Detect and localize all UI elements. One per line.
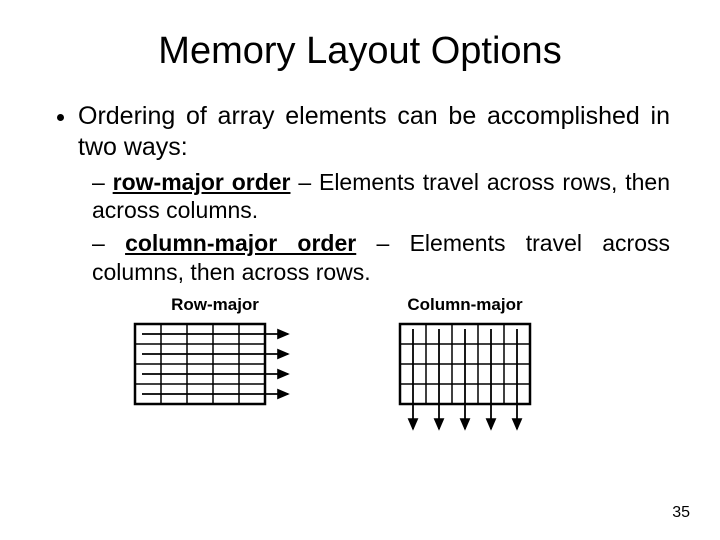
sub-bullet-col-major: column-major order – Elements travel acr…	[92, 229, 670, 287]
bullet-list: Ordering of array elements can be accomp…	[50, 101, 670, 287]
col-major-label: Column-major	[390, 295, 540, 315]
row-major-diagram: Row-major	[130, 295, 300, 444]
slide-title: Memory Layout Options	[50, 30, 670, 73]
sub-bullet-list: row-major order – Elements travel across…	[78, 168, 670, 287]
col-major-diagram: Column-major	[390, 295, 540, 444]
diagram-row: Row-major	[50, 295, 670, 444]
slide: Memory Layout Options Ordering of array …	[0, 0, 720, 540]
term-col-major: column-major order	[125, 230, 356, 256]
col-major-grid-icon	[390, 319, 540, 439]
term-row-major: row-major order	[113, 169, 291, 195]
main-bullet-text: Ordering of array elements can be accomp…	[78, 102, 670, 161]
main-bullet: Ordering of array elements can be accomp…	[78, 101, 670, 287]
row-major-label: Row-major	[130, 295, 300, 315]
sub-bullet-row-major: row-major order – Elements travel across…	[92, 168, 670, 226]
row-major-grid-icon	[130, 319, 300, 419]
page-number: 35	[672, 504, 690, 522]
